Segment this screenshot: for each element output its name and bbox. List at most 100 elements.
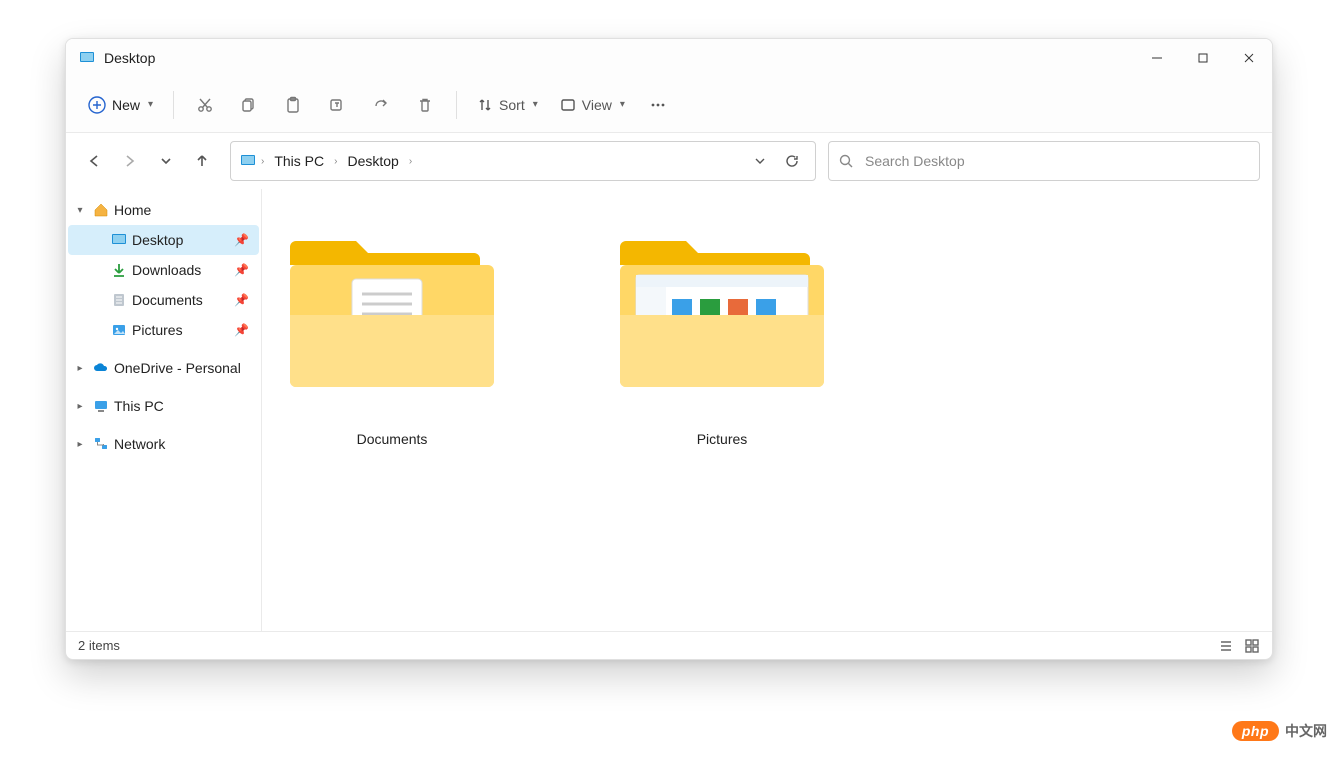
sidebar-item-label: Downloads <box>132 262 230 278</box>
view-button[interactable]: View ▾ <box>550 86 635 124</box>
folder-name: Pictures <box>697 431 748 447</box>
sort-icon <box>477 97 493 113</box>
chevron-right-icon[interactable]: › <box>407 156 414 167</box>
chevron-down-icon: ▾ <box>620 99 625 110</box>
rename-button[interactable] <box>316 86 358 124</box>
sidebar-item-label: Documents <box>132 292 230 308</box>
address-row: › This PC › Desktop › <box>66 133 1272 189</box>
chevron-right-icon[interactable]: ▸ <box>72 401 88 412</box>
window-title-area: Desktop <box>78 49 155 67</box>
view-button-label: View <box>582 97 612 113</box>
pin-icon: 📌 <box>234 323 253 337</box>
address-dropdown-button[interactable] <box>745 146 775 176</box>
sidebar-item-documents[interactable]: Documents 📌 <box>68 285 259 315</box>
chevron-right-icon[interactable]: › <box>259 156 266 167</box>
sidebar-item-downloads[interactable]: Downloads 📌 <box>68 255 259 285</box>
ellipsis-icon <box>649 96 667 114</box>
sidebar-item-label: Home <box>114 202 253 218</box>
window-controls <box>1134 39 1272 77</box>
details-view-button[interactable] <box>1218 638 1234 654</box>
watermark-brand: php <box>1232 721 1279 741</box>
downloads-icon <box>110 261 128 279</box>
documents-icon <box>110 291 128 309</box>
copy-icon <box>240 96 258 114</box>
minimize-button[interactable] <box>1134 39 1180 77</box>
new-button[interactable]: New ▾ <box>78 86 163 124</box>
status-bar: 2 items <box>66 631 1272 659</box>
file-explorer-window: Desktop New ▾ <box>65 38 1273 660</box>
status-text: 2 items <box>78 638 120 653</box>
rename-icon <box>328 96 346 114</box>
chevron-right-icon[interactable]: › <box>332 156 339 167</box>
desktop-icon <box>239 152 257 170</box>
more-button[interactable] <box>637 86 679 124</box>
close-button[interactable] <box>1226 39 1272 77</box>
folder-icon <box>282 219 502 395</box>
back-button[interactable] <box>78 145 110 177</box>
sidebar-item-label: Desktop <box>132 232 230 248</box>
refresh-button[interactable] <box>777 146 807 176</box>
folder-name: Documents <box>357 431 428 447</box>
pictures-icon <box>110 321 128 339</box>
toolbar: New ▾ <box>66 77 1272 133</box>
share-button[interactable] <box>360 86 402 124</box>
watermark-suffix: 中文网 <box>1285 721 1327 741</box>
thumbnails-view-button[interactable] <box>1244 638 1260 654</box>
home-icon <box>92 201 110 219</box>
desktop-icon <box>110 231 128 249</box>
breadcrumb-label: Desktop <box>347 153 398 169</box>
chevron-down-icon: ▾ <box>148 99 153 110</box>
up-button[interactable] <box>186 145 218 177</box>
address-bar[interactable]: › This PC › Desktop › <box>230 141 816 181</box>
onedrive-icon <box>92 359 110 377</box>
sidebar-item-home[interactable]: ▾ Home <box>68 195 259 225</box>
copy-button[interactable] <box>228 86 270 124</box>
delete-button[interactable] <box>404 86 446 124</box>
folder-item[interactable]: Documents <box>282 219 502 447</box>
search-icon <box>839 154 853 168</box>
pin-icon: 📌 <box>234 233 253 247</box>
search-input[interactable] <box>863 152 1249 170</box>
clipboard-icon <box>284 96 302 114</box>
cut-button[interactable] <box>184 86 226 124</box>
watermark: php 中文网 <box>1232 721 1327 741</box>
pin-icon: 📌 <box>234 293 253 307</box>
chevron-right-icon[interactable]: ▸ <box>72 439 88 450</box>
sidebar-item-thispc[interactable]: ▸ This PC <box>68 391 259 421</box>
chevron-right-icon[interactable]: ▸ <box>72 363 88 374</box>
sidebar-item-label: Pictures <box>132 322 230 338</box>
window-title: Desktop <box>104 50 155 66</box>
sidebar-item-network[interactable]: ▸ Network <box>68 429 259 459</box>
sidebar-item-label: Network <box>114 436 253 452</box>
share-icon <box>372 96 390 114</box>
sort-button-label: Sort <box>499 97 525 113</box>
maximize-button[interactable] <box>1180 39 1226 77</box>
navigation-pane: ▾ Home Desktop 📌 Downloads <box>66 189 262 631</box>
sort-button[interactable]: Sort ▾ <box>467 86 548 124</box>
folder-item[interactable]: Pictures <box>612 219 832 447</box>
content-pane[interactable]: Documents <box>262 189 1272 631</box>
scissors-icon <box>196 96 214 114</box>
sidebar-item-label: OneDrive - Personal <box>114 360 253 376</box>
paste-button[interactable] <box>272 86 314 124</box>
plus-circle-icon <box>88 96 106 114</box>
sidebar-item-onedrive[interactable]: ▸ OneDrive - Personal <box>68 353 259 383</box>
titlebar: Desktop <box>66 39 1272 77</box>
chevron-down-icon: ▾ <box>533 99 538 110</box>
body-split: ▾ Home Desktop 📌 Downloads <box>66 189 1272 631</box>
trash-icon <box>416 96 434 114</box>
breadcrumb-segment[interactable]: This PC <box>268 149 330 173</box>
toolbar-separator <box>456 91 457 119</box>
chevron-down-icon[interactable]: ▾ <box>72 205 88 216</box>
breadcrumb-segment[interactable]: Desktop <box>341 149 404 173</box>
forward-button[interactable] <box>114 145 146 177</box>
search-box[interactable] <box>828 141 1260 181</box>
thispc-icon <box>92 397 110 415</box>
recent-locations-button[interactable] <box>150 145 182 177</box>
nav-buttons <box>78 145 218 177</box>
pin-icon: 📌 <box>234 263 253 277</box>
view-icon <box>560 97 576 113</box>
sidebar-item-label: This PC <box>114 398 253 414</box>
sidebar-item-desktop[interactable]: Desktop 📌 <box>68 225 259 255</box>
sidebar-item-pictures[interactable]: Pictures 📌 <box>68 315 259 345</box>
